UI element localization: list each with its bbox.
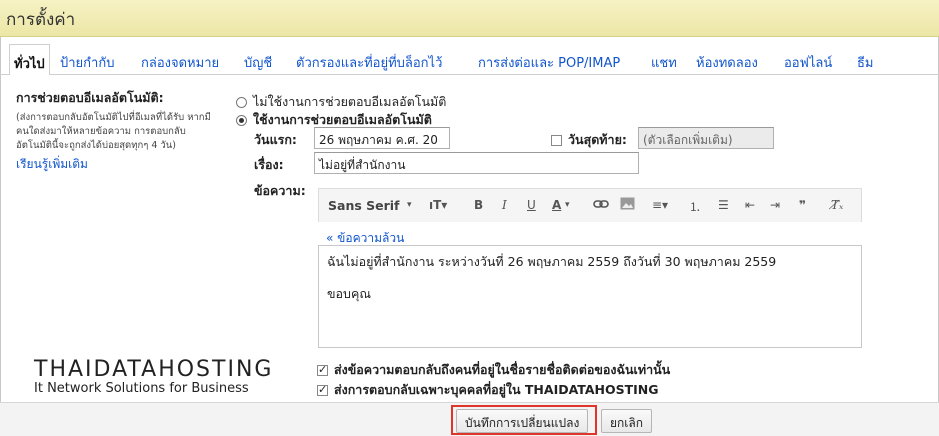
contacts-only-label: ส่งข้อความตอบกลับถึงคนที่อยู่ในชื่อรายชื…: [334, 362, 671, 377]
font-family-select[interactable]: Sans Serif: [328, 198, 400, 213]
align-icon[interactable]: ≡▾: [652, 198, 668, 212]
vacation-section-info: การช่วยตอบอีเมลอัตโนมัติ: (ส่งการตอบกลับ…: [16, 88, 226, 174]
message-line-1: ฉันไม่อยู่ที่สำนักงาน ระหว่างวันที่ 26 พ…: [327, 254, 777, 269]
bulleted-list-icon[interactable]: ☰: [718, 198, 729, 212]
remove-formatting-icon[interactable]: T̸ₓ: [831, 198, 843, 212]
domain-only-label: ส่งการตอบกลับเฉพาะบุคคลที่อยู่ใน THAIDAT…: [334, 382, 659, 397]
tab-offline[interactable]: ออฟไลน์: [784, 52, 832, 73]
tab-general[interactable]: ทั่วไป: [9, 44, 50, 75]
tab-filters[interactable]: ตัวกรองและที่อยู่ที่บล็อกไว้: [296, 52, 442, 73]
indent-more-icon[interactable]: ⇥: [770, 198, 780, 212]
save-changes-button[interactable]: บันทึกการเปลี่ยนแปลง: [456, 409, 589, 433]
chevron-down-icon[interactable]: ▾: [407, 200, 412, 210]
settings-tabs: ทั่วไป ป้ายกำกับ กล่องจดหมาย บัญชี ตัวกร…: [0, 44, 939, 75]
tab-themes[interactable]: ธีม: [857, 52, 874, 73]
logo-main-text: THAIDATAHOSTING: [34, 357, 274, 382]
text-color-icon[interactable]: A: [552, 198, 561, 212]
tab-accounts[interactable]: บัญชี: [244, 52, 272, 73]
message-label: ข้อความ:: [254, 183, 306, 198]
last-day-input[interactable]: (ตัวเลือกเพิ่มเติม): [638, 127, 774, 149]
bold-icon[interactable]: B: [474, 198, 483, 212]
vacation-off-radio[interactable]: [236, 96, 247, 108]
vacation-title: การช่วยตอบอีเมลอัตโนมัติ:: [16, 90, 164, 105]
cancel-button[interactable]: ยกเลิก: [601, 409, 653, 433]
text-size-icon[interactable]: ıT▾: [429, 198, 447, 212]
underline-icon[interactable]: U: [527, 198, 536, 212]
tab-labels[interactable]: ป้ายกำกับ: [60, 52, 114, 73]
tab-inbox[interactable]: กล่องจดหมาย: [141, 52, 219, 73]
page-title: การตั้งค่า: [6, 10, 76, 30]
learn-more-link[interactable]: เรียนรู้เพิ่มเติม: [16, 155, 226, 174]
contacts-only-checkbox[interactable]: [317, 363, 328, 376]
vacation-off-label: ไม่ใช้งานการช่วยตอบอีเมลอัตโนมัติ: [253, 94, 447, 109]
tab-labs[interactable]: ห้องทดลอง: [696, 52, 758, 73]
settings-header: การตั้งค่า: [0, 0, 939, 37]
vacation-on-radio[interactable]: [236, 114, 247, 126]
indent-less-icon[interactable]: ⇤: [745, 198, 755, 212]
vacation-description: (ส่งการตอบกลับอัตโนมัติไปที่อีเมลที่ได้ร…: [16, 112, 211, 151]
first-day-label: วันแรก:: [254, 132, 297, 147]
numbered-list-icon[interactable]: ⒈: [689, 198, 701, 215]
message-line-2: ขอบคุณ: [327, 286, 371, 301]
domain-only-checkbox[interactable]: [317, 383, 328, 396]
italic-icon[interactable]: I: [502, 198, 507, 212]
last-day-label: วันสุดท้าย:: [568, 132, 627, 147]
vacation-off-option[interactable]: ไม่ใช้งานการช่วยตอบอีเมลอัตโนมัติ: [236, 92, 446, 112]
last-day-checkbox[interactable]: [551, 135, 562, 146]
subject-input[interactable]: ไม่อยู่ที่สำนักงาน: [314, 152, 639, 174]
tab-chat[interactable]: แชท: [651, 52, 677, 73]
tab-forwarding[interactable]: การส่งต่อและ POP/IMAP: [478, 52, 620, 73]
link-icon[interactable]: [593, 198, 609, 213]
contacts-only-option[interactable]: ส่งข้อความตอบกลับถึงคนที่อยู่ในชื่อรายชื…: [317, 360, 670, 380]
chevron-down-icon[interactable]: ▾: [565, 200, 570, 210]
last-day-checkbox-wrap: [551, 130, 562, 149]
quote-icon[interactable]: ❞: [799, 198, 806, 212]
first-day-input[interactable]: 26 พฤษภาคม ค.ศ. 20: [314, 127, 450, 149]
domain-only-option[interactable]: ส่งการตอบกลับเฉพาะบุคคลที่อยู่ใน THAIDAT…: [317, 380, 659, 400]
image-icon[interactable]: [620, 197, 635, 213]
thaidatahosting-logo: THAIDATAHOSTING It Network Solutions for…: [34, 357, 273, 396]
subject-label: เรื่อง:: [254, 157, 284, 172]
logo-tagline: It Network Solutions for Business: [34, 381, 249, 396]
message-editor[interactable]: ฉันไม่อยู่ที่สำนักงาน ระหว่างวันที่ 26 พ…: [318, 245, 862, 348]
editor-toolbar: Sans Serif ▾ ıT▾ B I U A ▾ ≡▾ ⒈ ☰ ⇤ ⇥ ❞ …: [318, 188, 862, 222]
